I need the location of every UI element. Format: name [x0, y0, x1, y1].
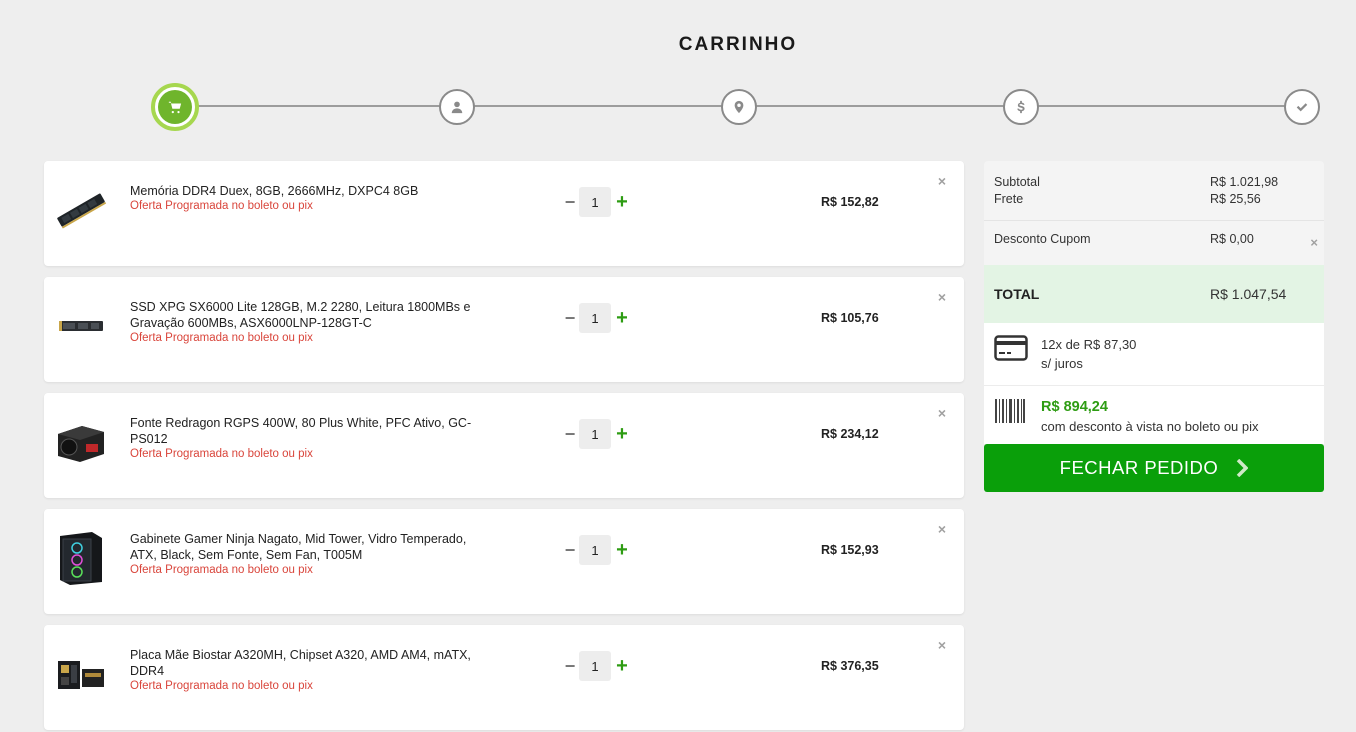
increase-quantity-button[interactable]: + [613, 655, 631, 678]
cart-item: SSD XPG SX6000 Lite 128GB, M.2 2280, Lei… [44, 277, 964, 382]
increase-quantity-button[interactable]: + [613, 423, 631, 446]
decrease-quantity-button[interactable]: − [563, 308, 577, 329]
step-address[interactable] [721, 89, 757, 125]
remove-item-button[interactable]: × [938, 521, 946, 537]
remove-item-button[interactable]: × [938, 637, 946, 653]
subtotal-label: Subtotal [994, 175, 1040, 189]
subtotal-value: R$ 1.021,98 [1210, 175, 1279, 189]
step-cart[interactable] [151, 83, 199, 131]
offer-label: Oferta Programada no boleto ou pix [130, 200, 313, 212]
boleto-description: com desconto à vista no boleto ou pix [1041, 419, 1259, 434]
card-installments: 12x de R$ 87,30 s/ juros [984, 323, 1324, 386]
shipping-label: Frete [994, 192, 1024, 206]
increase-quantity-button[interactable]: + [613, 307, 631, 330]
quantity-input[interactable]: 1 [579, 303, 611, 333]
dollar-icon [1017, 100, 1025, 114]
increase-quantity-button[interactable]: + [613, 539, 631, 562]
quantity-stepper: − 1 + [563, 419, 631, 449]
quantity-stepper: − 1 + [563, 303, 631, 333]
product-image[interactable] [54, 183, 108, 237]
subtotal-block: Subtotal R$ 1.021,98 Frete R$ 25,56 [984, 161, 1324, 221]
coupon-value: R$ 0,00 [1210, 232, 1254, 246]
total-label: TOTAL [994, 286, 1040, 302]
product-image[interactable] [54, 647, 108, 701]
offer-label: Oferta Programada no boleto ou pix [130, 680, 313, 692]
cart-item: Placa Mãe Biostar A320MH, Chipset A320, … [44, 625, 964, 730]
installments-note: s/ juros [1041, 356, 1083, 371]
offer-label: Oferta Programada no boleto ou pix [130, 332, 313, 344]
increase-quantity-button[interactable]: + [613, 191, 631, 214]
quantity-input[interactable]: 1 [579, 419, 611, 449]
product-name[interactable]: Placa Mãe Biostar A320MH, Chipset A320, … [130, 647, 480, 679]
quantity-input[interactable]: 1 [579, 187, 611, 217]
quantity-input[interactable]: 1 [579, 651, 611, 681]
checkout-button-label: FECHAR PEDIDO [1059, 457, 1219, 478]
decrease-quantity-button[interactable]: − [563, 540, 577, 561]
product-name[interactable]: Gabinete Gamer Ninja Nagato, Mid Tower, … [130, 531, 480, 563]
chevron-right-icon [1237, 459, 1249, 477]
total-value: R$ 1.047,54 [1210, 286, 1287, 302]
cart-icon [168, 101, 182, 114]
total-block: TOTAL R$ 1.047,54 [984, 265, 1324, 323]
step-identification[interactable] [439, 89, 475, 125]
user-icon [451, 101, 463, 114]
quantity-stepper: − 1 + [563, 187, 631, 217]
item-price: R$ 152,82 [821, 195, 879, 209]
decrease-quantity-button[interactable]: − [563, 192, 577, 213]
page-title: CARRINHO [678, 34, 798, 55]
remove-item-button[interactable]: × [938, 405, 946, 421]
boleto-price: R$ 894,24 [1041, 399, 1108, 415]
installments-text: 12x de R$ 87,30 [1041, 337, 1137, 352]
remove-item-button[interactable]: × [938, 173, 946, 189]
item-price: R$ 234,12 [821, 427, 879, 441]
cart-item: Fonte Redragon RGPS 400W, 80 Plus White,… [44, 393, 964, 498]
item-price: R$ 105,76 [821, 311, 879, 325]
coupon-label: Desconto Cupom [994, 232, 1091, 246]
cart-items-list: Memória DDR4 Duex, 8GB, 2666MHz, DXPC4 8… [44, 161, 964, 732]
product-image[interactable] [54, 299, 108, 353]
remove-item-button[interactable]: × [938, 289, 946, 305]
cart-item: Gabinete Gamer Ninja Nagato, Mid Tower, … [44, 509, 964, 614]
boleto-payment: R$ 894,24 com desconto à vista no boleto… [984, 386, 1324, 444]
cart-item: Memória DDR4 Duex, 8GB, 2666MHz, DXPC4 8… [44, 161, 964, 266]
item-price: R$ 376,35 [821, 659, 879, 673]
quantity-stepper: − 1 + [563, 651, 631, 681]
decrease-quantity-button[interactable]: − [563, 656, 577, 677]
item-price: R$ 152,93 [821, 543, 879, 557]
map-pin-icon [734, 100, 744, 114]
product-name[interactable]: Memória DDR4 Duex, 8GB, 2666MHz, DXPC4 8… [130, 183, 480, 199]
step-payment[interactable] [1003, 89, 1039, 125]
credit-card-icon [994, 335, 1028, 361]
offer-label: Oferta Programada no boleto ou pix [130, 448, 313, 460]
barcode-icon [995, 399, 1025, 423]
decrease-quantity-button[interactable]: − [563, 424, 577, 445]
check-icon [1296, 103, 1308, 112]
checkout-button[interactable]: FECHAR PEDIDO [984, 444, 1324, 492]
quantity-stepper: − 1 + [563, 535, 631, 565]
shipping-value: R$ 25,56 [1210, 192, 1261, 206]
product-name[interactable]: Fonte Redragon RGPS 400W, 80 Plus White,… [130, 415, 480, 447]
product-image[interactable] [54, 415, 108, 469]
checkout-stepper [151, 83, 1321, 131]
product-name[interactable]: SSD XPG SX6000 Lite 128GB, M.2 2280, Lei… [130, 299, 480, 331]
order-summary: Subtotal R$ 1.021,98 Frete R$ 25,56 Desc… [984, 161, 1324, 492]
offer-label: Oferta Programada no boleto ou pix [130, 564, 313, 576]
quantity-input[interactable]: 1 [579, 535, 611, 565]
remove-coupon-button[interactable]: × [1310, 235, 1318, 250]
step-confirmation[interactable] [1284, 89, 1320, 125]
product-image[interactable] [54, 531, 108, 585]
coupon-block: Desconto Cupom R$ 0,00 × [984, 221, 1324, 265]
